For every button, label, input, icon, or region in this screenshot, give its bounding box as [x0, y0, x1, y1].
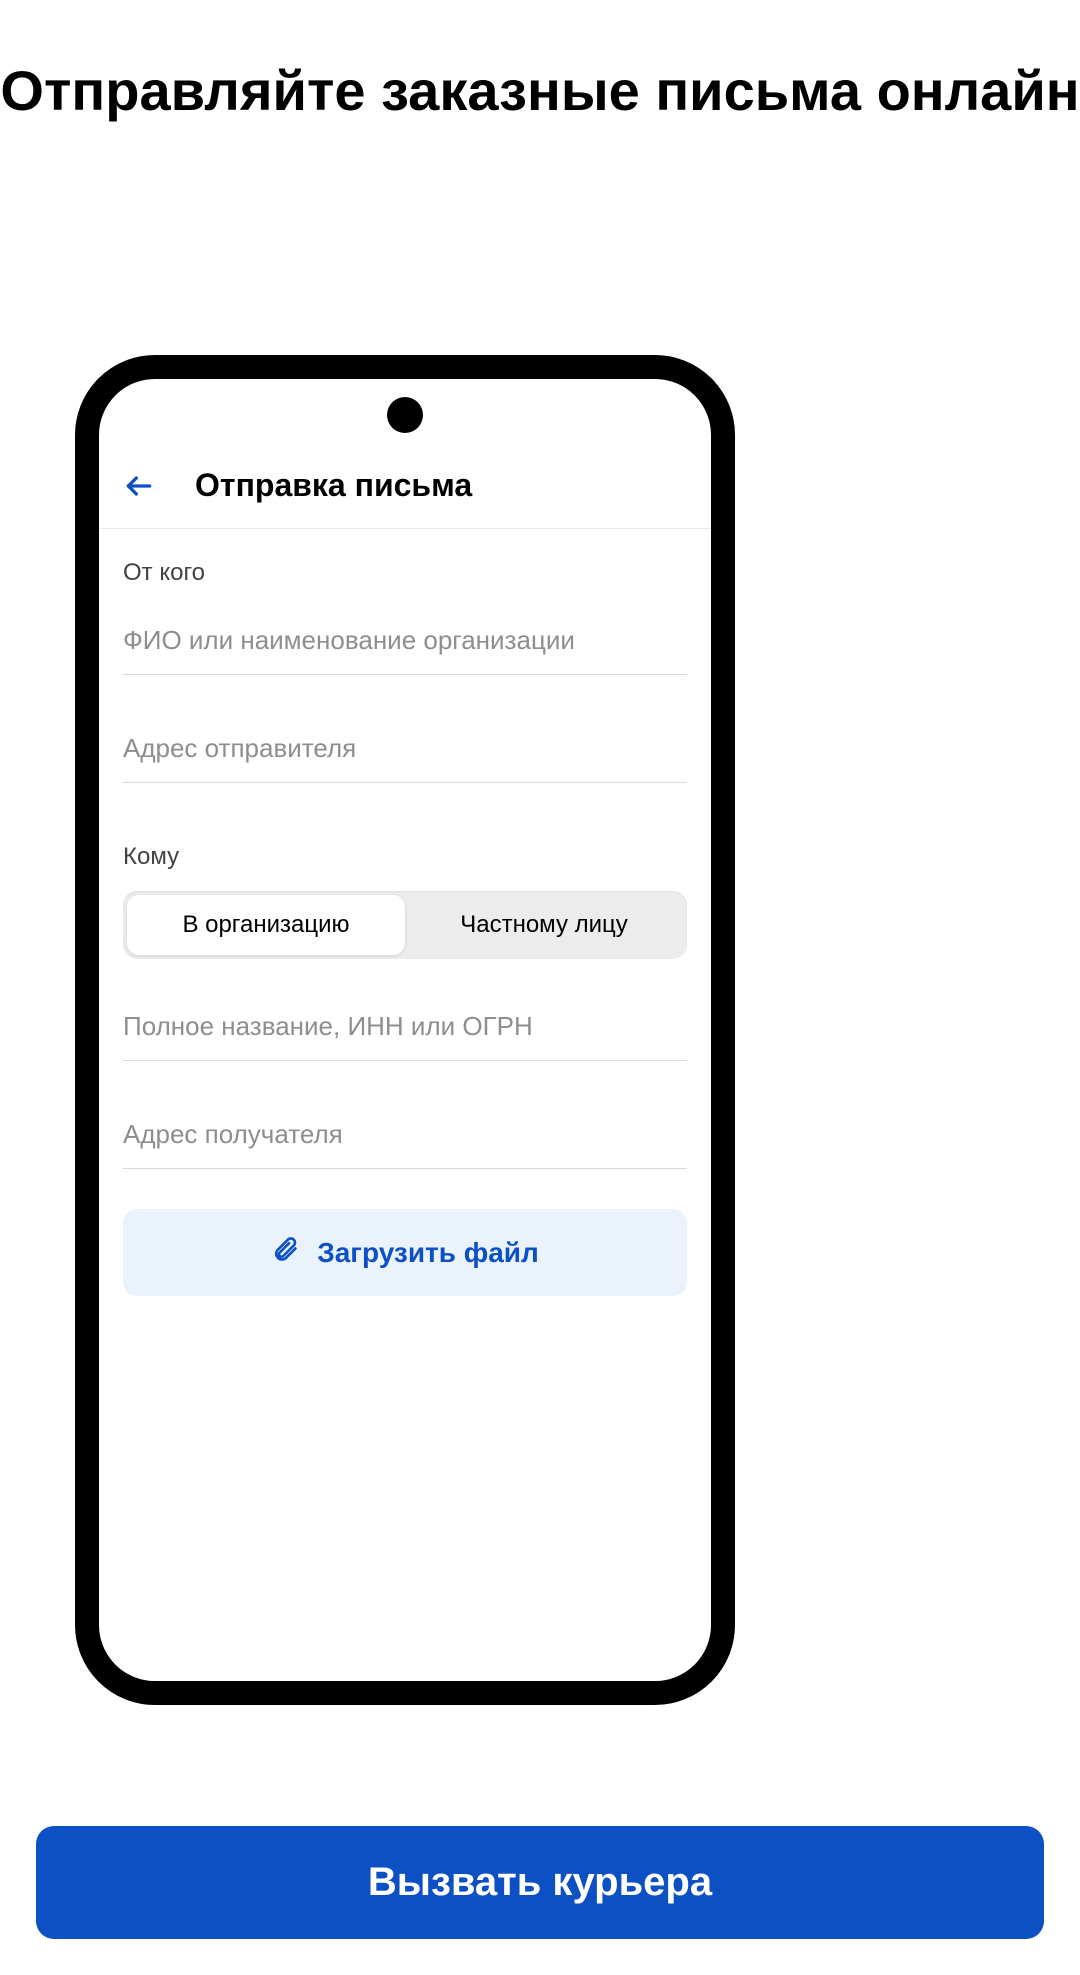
sender-group-label: От кого: [123, 559, 687, 587]
app-bar: Отправка письма: [99, 449, 711, 529]
tab-person[interactable]: Частному лицу: [405, 895, 683, 955]
recipient-group-label: Кому: [123, 843, 687, 871]
appbar-title: Отправка письма: [195, 467, 472, 504]
upload-file-label: Загрузить файл: [317, 1237, 539, 1269]
recipient-type-segmented: В организацию Частному лицу: [123, 891, 687, 959]
back-arrow-icon[interactable]: [123, 470, 155, 502]
paperclip-icon: [271, 1235, 299, 1270]
upload-file-button[interactable]: Загрузить файл: [123, 1209, 687, 1296]
recipient-org-input[interactable]: [123, 993, 687, 1061]
sender-address-input[interactable]: [123, 715, 687, 783]
call-courier-button[interactable]: Вызвать курьера: [36, 1826, 1044, 1939]
form-area: От кого Кому В организацию Частному лицу: [99, 529, 711, 1296]
camera-notch: [387, 397, 423, 433]
app-screen: Отправка письма От кого Кому В организац…: [99, 449, 711, 1681]
recipient-address-input[interactable]: [123, 1101, 687, 1169]
tab-organization[interactable]: В организацию: [127, 895, 405, 955]
phone-frame: Отправка письма От кого Кому В организац…: [75, 355, 735, 1705]
promo-title: Отправляйте заказные письма онлайн: [0, 55, 1080, 128]
sender-name-input[interactable]: [123, 607, 687, 675]
